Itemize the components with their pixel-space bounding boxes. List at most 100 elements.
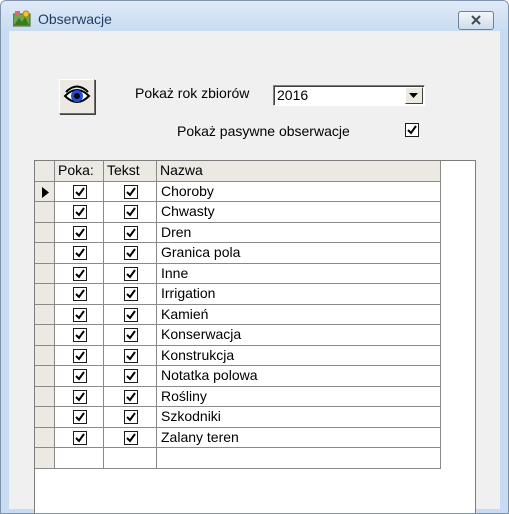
close-button[interactable] [458, 11, 494, 30]
tekst-checkbox[interactable] [124, 348, 138, 363]
checkmark-icon [75, 207, 85, 217]
checkmark-icon [126, 248, 136, 258]
cell-pokaz [55, 222, 104, 243]
cell-tekst [104, 386, 157, 407]
cell-nazwa[interactable]: Zalany teren [157, 427, 441, 448]
cell-tekst [104, 325, 157, 346]
table-row[interactable]: Konserwacja [35, 325, 441, 346]
tekst-checkbox[interactable] [124, 328, 138, 342]
table-row[interactable]: Rośliny [35, 386, 441, 407]
pokaz-checkbox[interactable] [73, 328, 87, 342]
checkmark-icon [126, 186, 136, 197]
checkmark-icon [126, 330, 136, 340]
cell-pokaz [55, 263, 104, 284]
table-row[interactable]: Choroby [35, 181, 441, 202]
tekst-checkbox[interactable] [124, 410, 138, 424]
passive-label: Pokaż pasywne obserwacje [177, 123, 350, 139]
checkmark-icon [126, 289, 136, 299]
tekst-checkbox[interactable] [124, 184, 138, 199]
eye-button[interactable] [59, 79, 95, 114]
year-label: Pokaż rok zbiorów [135, 85, 250, 101]
cell-nazwa[interactable]: Irrigation [157, 284, 441, 305]
tekst-checkbox[interactable] [124, 266, 138, 281]
pokaz-checkbox[interactable] [73, 410, 87, 424]
cell-nazwa[interactable]: Dren [157, 222, 441, 243]
row-indicator[interactable] [35, 304, 55, 325]
row-indicator[interactable] [35, 345, 55, 366]
pokaz-checkbox[interactable] [73, 348, 87, 363]
cell-tekst [104, 243, 157, 264]
pokaz-checkbox[interactable] [73, 225, 87, 240]
cell-nazwa[interactable]: Granica pola [157, 243, 441, 264]
cell-tekst [104, 448, 157, 469]
pokaz-checkbox[interactable] [73, 205, 87, 219]
pokaz-checkbox[interactable] [73, 287, 87, 301]
table-row[interactable]: Notatka polowa [35, 366, 441, 387]
checkmark-icon [75, 330, 85, 340]
row-indicator[interactable] [35, 202, 55, 223]
row-indicator[interactable] [35, 366, 55, 387]
cell-nazwa[interactable]: Konstrukcja [157, 345, 441, 366]
dialog-window: Obserwacje Pokaż rok zbiorów 2016 Pokaż … [0, 0, 509, 514]
pokaz-checkbox[interactable] [73, 184, 87, 199]
table-row[interactable]: Inne [35, 263, 441, 284]
cell-nazwa[interactable]: Szkodniki [157, 407, 441, 428]
title-bar[interactable]: Obserwacje [1, 1, 508, 31]
year-dropdown-button[interactable] [405, 87, 423, 104]
cell-nazwa[interactable]: Rośliny [157, 386, 441, 407]
row-indicator[interactable] [35, 325, 55, 346]
checkmark-icon [75, 412, 85, 422]
row-indicator[interactable] [35, 181, 55, 202]
row-indicator-header [35, 161, 55, 182]
table-row[interactable]: Szkodniki [35, 407, 441, 428]
column-header-nazwa[interactable]: Nazwa [157, 161, 441, 182]
tekst-checkbox[interactable] [124, 430, 138, 445]
pokaz-checkbox[interactable] [73, 369, 87, 383]
row-indicator[interactable] [35, 263, 55, 284]
cell-nazwa[interactable]: Notatka polowa [157, 366, 441, 387]
table-row[interactable]: Zalany teren [35, 427, 441, 448]
table-row[interactable]: Dren [35, 222, 441, 243]
tekst-checkbox[interactable] [124, 307, 138, 322]
row-indicator[interactable] [35, 427, 55, 448]
pokaz-checkbox[interactable] [73, 307, 87, 322]
column-header-tekst[interactable]: Tekst [104, 161, 157, 182]
cell-pokaz [55, 202, 104, 223]
cell-nazwa[interactable]: Kamień [157, 304, 441, 325]
table-row[interactable]: Irrigation [35, 284, 441, 305]
table-row[interactable]: Kamień [35, 304, 441, 325]
cell-nazwa[interactable]: Choroby [157, 181, 441, 202]
pokaz-checkbox[interactable] [73, 246, 87, 260]
tekst-checkbox[interactable] [124, 246, 138, 260]
eye-icon [63, 85, 91, 103]
year-value: 2016 [277, 87, 309, 103]
row-indicator[interactable] [35, 407, 55, 428]
cell-nazwa[interactable]: Inne [157, 263, 441, 284]
tekst-checkbox[interactable] [124, 205, 138, 219]
tekst-checkbox[interactable] [124, 369, 138, 383]
tekst-checkbox[interactable] [124, 225, 138, 240]
cell-tekst [104, 222, 157, 243]
checkmark-icon [75, 268, 85, 279]
tekst-checkbox[interactable] [124, 287, 138, 301]
row-indicator[interactable] [35, 284, 55, 305]
checkmark-icon [126, 412, 136, 422]
table-row[interactable]: Granica pola [35, 243, 441, 264]
table-row[interactable]: Chwasty [35, 202, 441, 223]
pokaz-checkbox[interactable] [73, 430, 87, 445]
column-header-pokaz[interactable]: Poka: [55, 161, 104, 182]
checkmark-icon [75, 227, 85, 238]
passive-checkbox[interactable] [405, 123, 419, 137]
cell-nazwa[interactable]: Chwasty [157, 202, 441, 223]
row-indicator[interactable] [35, 222, 55, 243]
table-row[interactable]: Konstrukcja [35, 345, 441, 366]
tekst-checkbox[interactable] [124, 389, 138, 404]
pokaz-checkbox[interactable] [73, 389, 87, 404]
pokaz-checkbox[interactable] [73, 266, 87, 281]
year-select[interactable]: 2016 [273, 85, 425, 106]
observations-grid[interactable]: Poka: Tekst Nazwa Choroby Chwasty Dren Gran… [34, 160, 476, 513]
checkmark-icon [75, 289, 85, 299]
row-indicator[interactable] [35, 243, 55, 264]
cell-nazwa[interactable]: Konserwacja [157, 325, 441, 346]
row-indicator[interactable] [35, 386, 55, 407]
